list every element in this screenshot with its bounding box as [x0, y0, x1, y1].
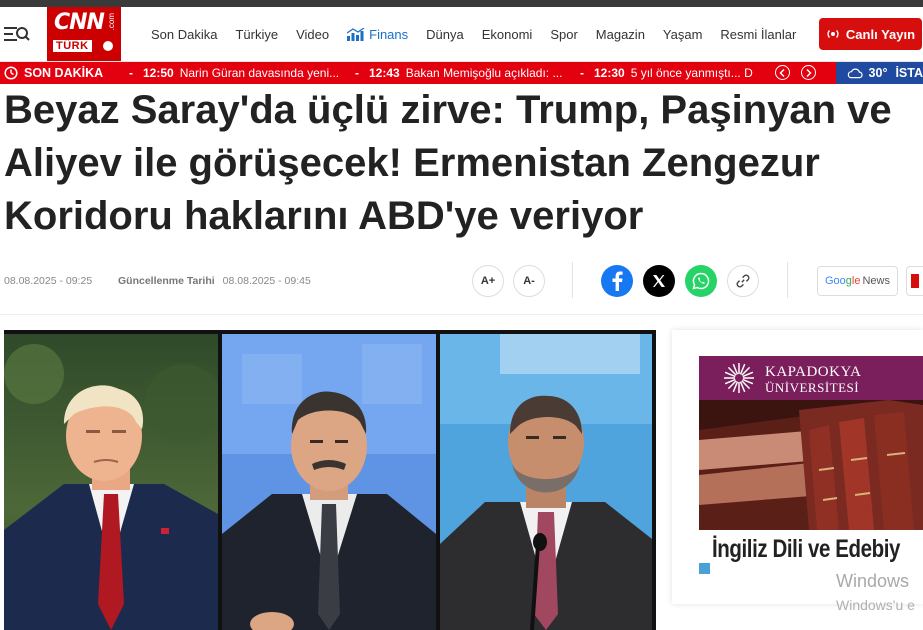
chevron-right-icon[interactable] — [801, 65, 816, 80]
x-icon — [653, 275, 665, 287]
article-hero-image[interactable] — [4, 330, 656, 630]
nav-links: Son Dakika Türkiye Video Finans Dünya Ek… — [151, 7, 814, 61]
logo-com-text: .com — [107, 13, 116, 31]
cloud-icon — [847, 68, 863, 78]
breaking-news-bar: SON DAKİKA - 12:50 Narin Güran davasında… — [0, 62, 923, 84]
ad-choices-icon[interactable] — [699, 563, 710, 574]
clock-icon — [4, 66, 18, 80]
whatsapp-share-button[interactable] — [685, 265, 717, 297]
breaking-item[interactable]: - 12:30 5 yıl önce yanmıştı... D — [580, 62, 756, 84]
photo-panel-aliyev — [222, 334, 436, 630]
breaking-item-time: 12:30 — [594, 66, 625, 80]
breaking-item[interactable]: - 12:43 Bakan Memişoğlu açıkladı: ... — [355, 62, 579, 84]
more-share-button[interactable] — [906, 266, 923, 296]
link-icon — [736, 274, 750, 288]
menu-search-icon[interactable] — [4, 23, 30, 45]
nav-link-magazin[interactable]: Magazin — [596, 27, 645, 42]
ad-brand-line2: ÜNİVERSİTESİ — [765, 380, 860, 395]
font-increase-button[interactable]: A+ — [472, 265, 504, 297]
google-news-g: Goo — [824, 275, 846, 287]
breaking-item-text: Narin Güran davasında yeni... — [179, 66, 340, 80]
nav-link-ekonomi[interactable]: Ekonomi — [482, 27, 533, 42]
breaking-item-text: Bakan Memişoğlu açıkladı: ... — [405, 66, 563, 80]
breaking-item-time: 12:50 — [143, 66, 174, 80]
ad-brand-line1: KAPADOKYA — [765, 364, 862, 380]
meta-divider — [787, 262, 788, 298]
photo-panel-trump — [4, 334, 218, 630]
breaking-item-time: 12:43 — [369, 66, 400, 80]
breaking-label[interactable]: SON DAKİKA — [4, 62, 103, 84]
publish-date: 08.08.2025 - 09:25 — [4, 275, 93, 287]
font-decrease-button[interactable]: A- — [513, 265, 545, 297]
copy-link-button[interactable] — [727, 265, 759, 297]
whatsapp-icon — [692, 272, 710, 290]
facebook-share-button[interactable] — [601, 265, 633, 297]
google-news-label: News — [862, 275, 890, 287]
meta-divider — [572, 262, 573, 298]
advertisement-box[interactable]: KAPADOKYA ÜNİVERSİTESİ İngiliz Dili ve E… — [672, 330, 923, 604]
nav-link-finans[interactable]: Finans — [347, 27, 408, 42]
x-share-button[interactable] — [643, 265, 675, 297]
logo-cnn-text: CNN — [54, 10, 105, 35]
section-divider — [0, 314, 923, 315]
logo-dot — [103, 41, 113, 51]
update-label: Güncellenme Tarihi — [118, 275, 215, 287]
update-info: Güncellenme Tarihi 08.08.2025 - 09:45 — [118, 275, 311, 287]
nav-link-resmi-ilanlar[interactable]: Resmi İlanlar — [720, 27, 796, 42]
article-headline: Beyaz Saray'da üçlü zirve: Trump, Paşiny… — [4, 84, 923, 243]
weather-widget[interactable]: 30° İSTA — [836, 62, 923, 84]
breaking-item[interactable]: - 12:50 Narin Güran davasında yeni... — [129, 62, 357, 84]
university-logo-icon — [724, 363, 754, 393]
logo-turk-text: TÜRK — [53, 40, 92, 52]
weather-temperature: 30° — [868, 66, 888, 80]
facebook-icon — [612, 271, 623, 291]
nav-link-son-dakika[interactable]: Son Dakika — [151, 27, 217, 42]
nav-link-yasam[interactable]: Yaşam — [663, 27, 703, 42]
google-news-button[interactable]: Goo g l e News — [817, 266, 898, 296]
live-broadcast-icon — [827, 30, 839, 38]
nav-link-video[interactable]: Video — [296, 27, 329, 42]
google-news-e: e — [854, 275, 861, 287]
update-date: 08.08.2025 - 09:45 — [222, 275, 311, 287]
ad-caption: İngiliz Dili ve Edebiy — [712, 535, 901, 563]
windows-watermark-title: Windows — [836, 571, 910, 591]
ad-brand-banner: KAPADOKYA ÜNİVERSİTESİ — [699, 356, 923, 400]
live-broadcast-label: Canlı Yayın — [845, 26, 916, 42]
cnn-turk-logo[interactable]: CNN .com TÜRK — [47, 7, 121, 61]
breaking-item-separator: - — [129, 66, 133, 80]
ad-books-image — [699, 400, 923, 530]
chevron-left-icon[interactable] — [775, 65, 790, 80]
windows-watermark-text: Windows'u e — [836, 597, 915, 613]
breaking-item-separator: - — [355, 66, 359, 80]
weather-city: İSTA — [895, 66, 923, 80]
main-navigation: CNN .com TÜRK Son Dakika Türkiye Video F… — [0, 7, 923, 62]
photo-panel-pashinyan — [440, 334, 652, 630]
nav-link-finans-label: Finans — [369, 26, 409, 42]
breaking-label-text: SON DAKİKA — [24, 66, 104, 80]
nav-link-turkiye[interactable]: Türkiye — [235, 27, 278, 42]
headline-line: Koridoru haklarını ABD'ye veriyor — [4, 194, 644, 238]
browser-top-strip — [0, 0, 923, 7]
headline-line: Aliyev ile görüşecek! Ermenistan Zengezu… — [4, 141, 820, 185]
more-share-icon — [911, 274, 919, 288]
headline-line: Beyaz Saray'da üçlü zirve: Trump, Paşiny… — [4, 88, 892, 132]
finans-chart-icon — [347, 27, 365, 41]
live-broadcast-button[interactable]: Canlı Yayın — [819, 18, 922, 50]
nav-link-dunya[interactable]: Dünya — [426, 27, 464, 42]
breaking-item-text: 5 yıl önce yanmıştı... D — [630, 66, 753, 80]
breaking-item-separator: - — [580, 66, 584, 80]
nav-link-spor[interactable]: Spor — [550, 27, 577, 42]
